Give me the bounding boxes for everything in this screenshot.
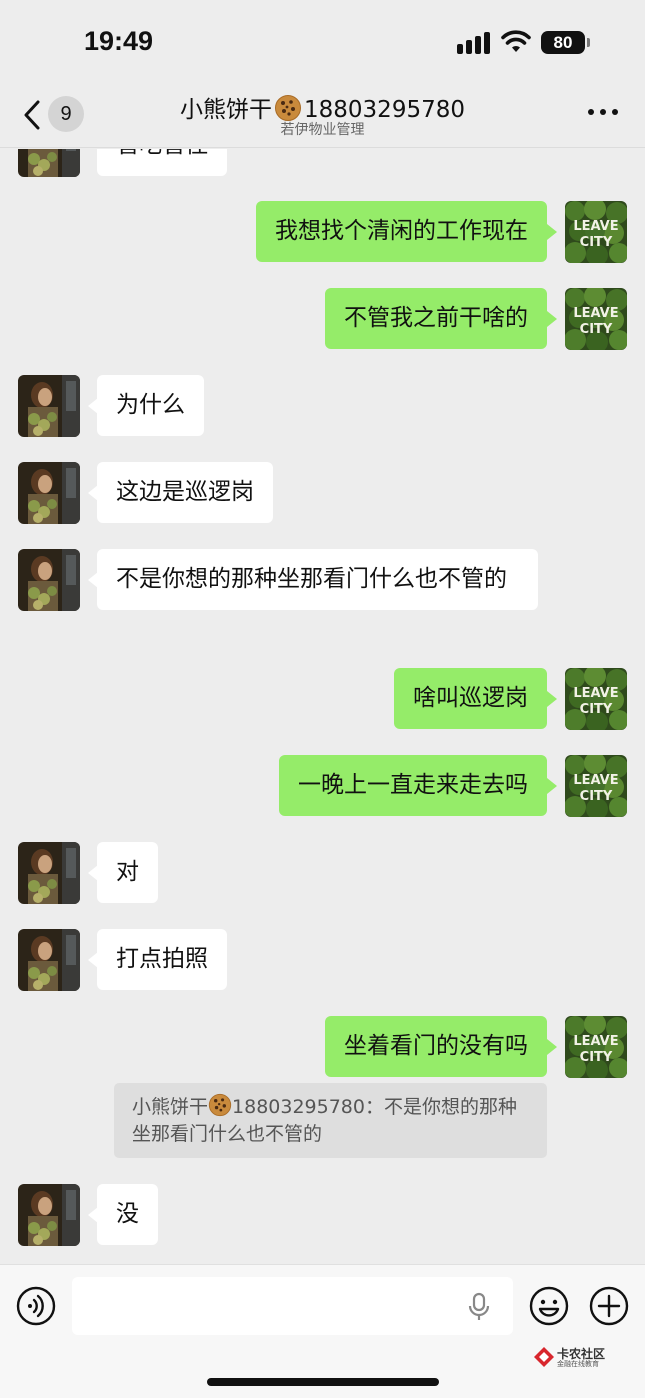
outgoing-message[interactable]: 不管我之前干啥的 bbox=[325, 288, 547, 349]
my-avatar[interactable]: LEAVE CITY bbox=[565, 201, 627, 263]
bubble-tail bbox=[547, 1039, 557, 1055]
my-avatar[interactable]: LEAVE CITY bbox=[565, 288, 627, 350]
status-bar: 19:49 80 bbox=[0, 0, 645, 88]
avatar-text-line2: CITY bbox=[580, 1050, 613, 1065]
bubble-tail bbox=[88, 952, 98, 968]
chat-subtitle: 若伊物业管理 bbox=[280, 122, 365, 138]
incoming-message[interactable]: 对 bbox=[97, 842, 158, 903]
incoming-message[interactable]: 打点拍照 bbox=[97, 929, 227, 990]
bubble-tail bbox=[547, 691, 557, 707]
watermark-logo bbox=[534, 1347, 554, 1367]
quote-author-phone: 18803295780 bbox=[232, 1096, 365, 1118]
incoming-message[interactable]: 管吃管住 bbox=[97, 149, 227, 176]
incoming-message[interactable]: 这边是巡逻岗 bbox=[97, 462, 273, 523]
bubble-tail bbox=[547, 311, 557, 327]
bubble-tail bbox=[547, 224, 557, 240]
bubble-tail bbox=[88, 865, 98, 881]
bubble-tail bbox=[88, 572, 98, 588]
incoming-message[interactable]: 不是你想的那种坐那看门什么也不管的 bbox=[97, 549, 538, 610]
chat-header: 9 小熊饼干 18803295780 若伊物业管理 bbox=[0, 88, 645, 148]
contact-avatar[interactable] bbox=[18, 375, 80, 437]
avatar-text-line1: LEAVE bbox=[573, 219, 618, 234]
battery-nub bbox=[587, 38, 590, 47]
quote-author: 小熊饼干 bbox=[132, 1096, 209, 1118]
outgoing-message[interactable]: 一晚上一直走来走去吗 bbox=[279, 755, 547, 816]
avatar-text-line2: CITY bbox=[580, 702, 613, 717]
home-indicator[interactable] bbox=[207, 1378, 439, 1386]
unread-count-badge[interactable]: 9 bbox=[48, 96, 84, 132]
wifi-icon bbox=[501, 30, 531, 52]
contact-avatar[interactable] bbox=[18, 929, 80, 991]
avatar-text-line1: LEAVE bbox=[573, 773, 618, 788]
status-time: 19:49 bbox=[84, 26, 154, 56]
bubble-tail bbox=[547, 778, 557, 794]
avatar-text-line1: LEAVE bbox=[573, 1034, 618, 1049]
back-chevron-icon[interactable] bbox=[20, 98, 44, 132]
contact-avatar[interactable] bbox=[18, 549, 80, 611]
incoming-message[interactable]: 没 bbox=[97, 1184, 158, 1245]
watermark: 卡农社区 金融在线教育 bbox=[533, 1345, 613, 1371]
bubble-tail bbox=[88, 1207, 98, 1223]
more-icon[interactable] bbox=[588, 109, 618, 117]
plus-icon[interactable] bbox=[589, 1286, 629, 1326]
voice-icon[interactable] bbox=[16, 1286, 56, 1326]
my-avatar[interactable]: LEAVE CITY bbox=[565, 1016, 627, 1078]
cookie-emoji-icon bbox=[208, 1093, 232, 1117]
contact-avatar[interactable] bbox=[18, 462, 80, 524]
bubble-tail bbox=[88, 398, 98, 414]
emoji-icon[interactable] bbox=[529, 1286, 569, 1326]
my-avatar[interactable]: LEAVE CITY bbox=[565, 755, 627, 817]
contact-avatar[interactable] bbox=[18, 842, 80, 904]
outgoing-message[interactable]: 啥叫巡逻岗 bbox=[394, 668, 547, 729]
avatar-text-line2: CITY bbox=[580, 322, 613, 337]
avatar-text-line1: LEAVE bbox=[573, 306, 618, 321]
cellular-signal-icon bbox=[457, 32, 491, 54]
my-avatar[interactable]: LEAVE CITY bbox=[565, 668, 627, 730]
microphone-icon[interactable] bbox=[467, 1292, 491, 1322]
contact-avatar[interactable] bbox=[18, 149, 80, 177]
cookie-emoji-icon bbox=[274, 94, 302, 122]
message-list[interactable]: 管吃管住 LEAVE CITY 我想找个清闲的工作现在 LEAVE CITY 不… bbox=[0, 149, 645, 1264]
message-input[interactable] bbox=[72, 1277, 513, 1335]
avatar-text-line2: CITY bbox=[580, 235, 613, 250]
avatar-text-line1: LEAVE bbox=[573, 686, 618, 701]
bubble-tail bbox=[88, 485, 98, 501]
outgoing-message[interactable]: 坐着看门的没有吗 bbox=[325, 1016, 547, 1077]
avatar-text-line2: CITY bbox=[580, 789, 613, 804]
contact-avatar[interactable] bbox=[18, 1184, 80, 1246]
watermark-subtitle: 金融在线教育 bbox=[557, 1360, 599, 1368]
incoming-message[interactable]: 为什么 bbox=[97, 375, 204, 436]
quoted-message[interactable]: 小熊饼干 18803295780：不是你想的那种坐那看门什么也不管的 bbox=[114, 1083, 547, 1158]
battery-level: 80 bbox=[541, 31, 585, 54]
quote-separator: ： bbox=[365, 1096, 385, 1118]
outgoing-message[interactable]: 我想找个清闲的工作现在 bbox=[256, 201, 547, 262]
